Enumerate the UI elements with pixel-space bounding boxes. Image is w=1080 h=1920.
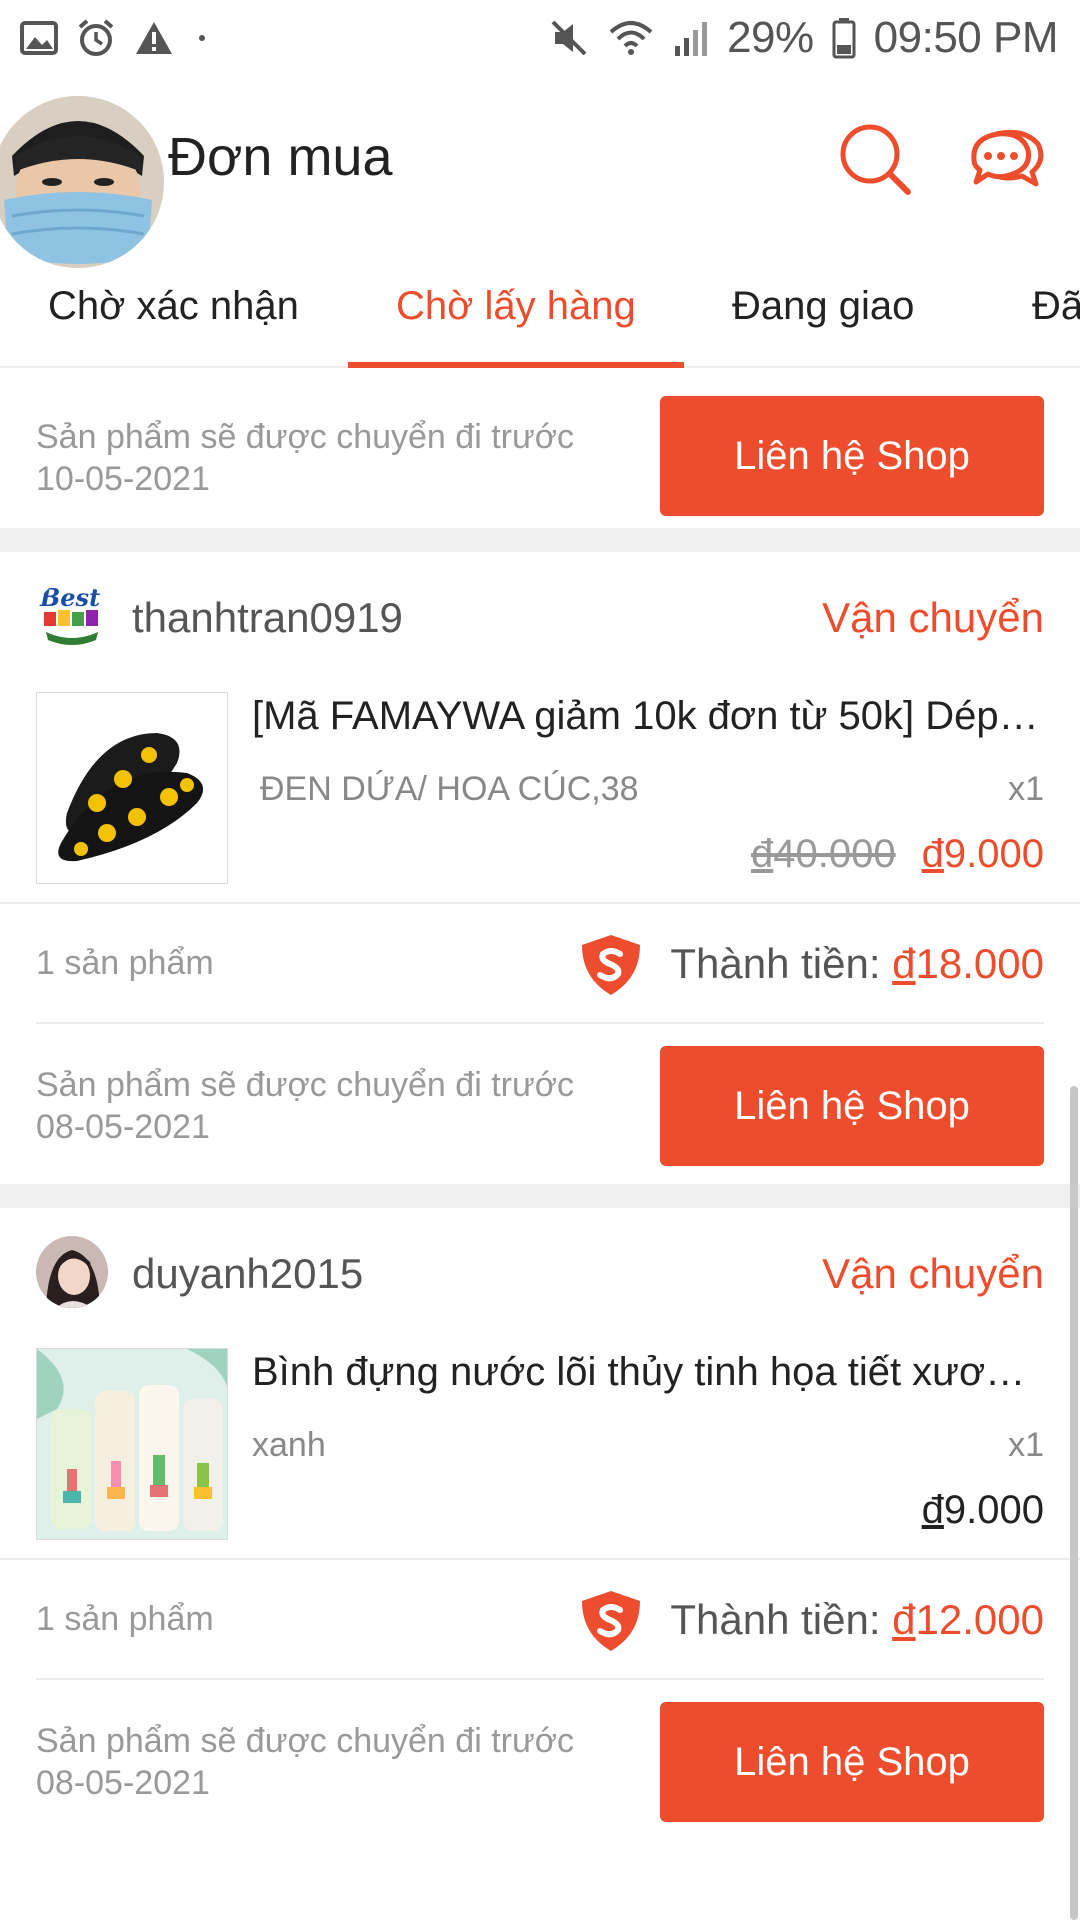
signal-icon [675,22,708,56]
price-row: đ9.000 [922,1488,1044,1533]
separator [0,528,1080,552]
order-total: Thành tiền: đ12.000 [670,1596,1044,1644]
avatar-image [0,96,164,268]
product-name: Bình đựng nước lõi thủy tinh họa tiết xư… [252,1350,1044,1394]
tab-dang-giao[interactable]: Đang giao [732,270,914,366]
status-right: 29% 09:50 PM [549,13,1059,63]
header: Đơn mua [0,76,1080,268]
status-left [20,18,212,58]
product-row[interactable]: Bình đựng nước lõi thủy tinh họa tiết xư… [0,1338,1080,1560]
item-count: 1 sản phẩm [36,944,214,982]
shop-name: thanhtran0919 [132,594,403,641]
contact-shop-button[interactable]: Liên hệ Shop [660,396,1044,516]
order-card[interactable]: duyanh2015 Vận chuyển Bình đựng nước lõi… [0,1208,1080,1840]
sale-price: đ9.000 [921,832,1044,876]
tab-da-giao[interactable]: Đã [1032,270,1080,366]
sandal-image [37,693,227,883]
total-value: đ18.000 [892,940,1044,987]
order-status: Vận chuyển [822,594,1044,641]
shop-logo: Best [36,580,108,652]
order-summary: 1 sản phẩm Thành tiền: đ18.000 [0,904,1080,1024]
shop-logo-image: Best [36,580,108,652]
ship-date: 08-05-2021 [36,1764,210,1802]
shop-row[interactable]: duyanh2015 Vận chuyển [0,1208,1080,1338]
total-value: đ12.000 [892,1596,1044,1643]
ship-note-text: Sản phẩm sẽ được chuyển đi trước [36,1722,575,1760]
sale-price: đ9.000 [921,1488,1044,1532]
tab-cho-lay-hang[interactable]: Chờ lấy hàng [396,270,636,366]
ship-date: 10-05-2021 [36,460,210,498]
bottle-image [37,1349,227,1539]
tab-cho-xac-nhan[interactable]: Chờ xác nhận [48,270,299,366]
order-total: Thành tiền: đ18.000 [670,940,1044,988]
order-list: Sản phẩm sẽ được chuyển đi trước 10-05-2… [0,368,1080,1840]
page-title: Đơn mua [168,127,393,187]
order-card[interactable]: Best thanhtran0919 Vận chuyển [Mã FAMAYW… [0,552,1080,1184]
original-price: đ40.000 [751,832,896,876]
product-name: [Mã FAMAYWA giảm 10k đơn từ 50k] Dép kẹp [252,694,1044,738]
shop-row[interactable]: Best thanhtran0919 Vận chuyển [0,552,1080,682]
total-label: Thành tiền: [670,1596,881,1643]
contact-shop-button[interactable]: Liên hệ Shop [660,1046,1044,1166]
product-image [36,1348,228,1540]
shopee-guarantee-icon [582,935,640,995]
total-label: Thành tiền: [670,940,881,987]
svg-text:Best: Best [39,583,100,612]
product-image [36,692,228,884]
search-icon[interactable] [836,120,914,198]
item-count: 1 sản phẩm [36,1600,214,1638]
shop-logo-image [36,1236,108,1308]
ship-note-text: Sản phẩm sẽ được chuyển đi trước [36,418,575,456]
product-quantity: x1 [1008,770,1044,808]
ship-note: Sản phẩm sẽ được chuyển đi trước 08-05-2… [36,1064,636,1148]
image-notification-icon [20,21,58,55]
ship-note: Sản phẩm sẽ được chuyển đi trước 08-05-2… [36,1720,636,1804]
order-footer: Sản phẩm sẽ được chuyển đi trước 08-05-2… [0,1024,1080,1184]
mute-icon [551,20,587,56]
price-row: đ40.000 đ9.000 [751,832,1044,877]
product-variant: xanh [252,1426,326,1464]
order-footer: Sản phẩm sẽ được chuyển đi trước 10-05-2… [0,368,1080,528]
status-bar: 29% 09:50 PM [0,0,1080,76]
chat-icon[interactable] [966,120,1048,198]
battery-icon [832,18,856,59]
shop-logo [36,1236,108,1308]
wifi-icon [609,21,653,55]
order-summary: 1 sản phẩm Thành tiền: đ12.000 [0,1560,1080,1680]
battery-percent: 29% [727,13,814,62]
ship-note-text: Sản phẩm sẽ được chuyển đi trước [36,1066,575,1104]
product-quantity: x1 [1008,1426,1044,1464]
avatar[interactable] [0,96,164,268]
shop-name: duyanh2015 [132,1250,364,1297]
ship-note: Sản phẩm sẽ được chuyển đi trước 10-05-2… [36,416,636,500]
alarm-icon [78,19,114,56]
clock: 09:50 PM [873,13,1059,62]
contact-shop-button[interactable]: Liên hệ Shop [660,1702,1044,1822]
order-status: Vận chuyển [822,1250,1044,1297]
order-footer: Sản phẩm sẽ được chuyển đi trước 08-05-2… [0,1680,1080,1840]
product-row[interactable]: [Mã FAMAYWA giảm 10k đơn từ 50k] Dép kẹp… [0,682,1080,904]
shopee-guarantee-icon [582,1591,640,1651]
warning-icon [136,22,172,54]
ship-date: 08-05-2021 [36,1108,210,1146]
dot-icon [199,35,205,41]
scrollbar[interactable] [1070,1086,1078,1920]
order-tabs: Chờ xác nhận Chờ lấy hàng Đang giao Đã [0,270,1080,368]
product-variant: ĐEN DỨA/ HOA CÚC,38 [260,770,639,808]
separator [0,1184,1080,1208]
